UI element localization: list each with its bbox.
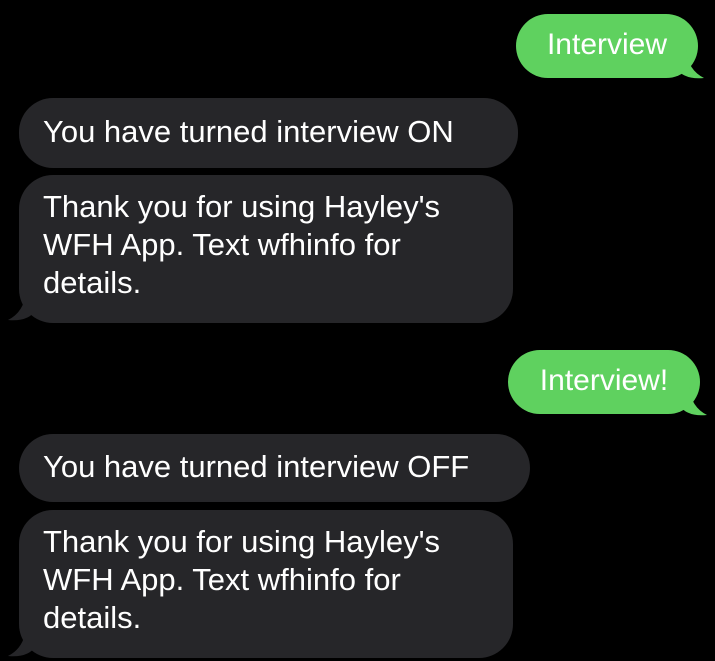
received-message-bubble[interactable]: You have turned interview ON xyxy=(19,98,518,168)
imessage-conversation: { "conversation": { "colors": { "sent_bu… xyxy=(0,0,715,661)
sent-bubble-tail xyxy=(676,50,704,79)
received-bubble-tail xyxy=(8,628,36,657)
received-message-bubble[interactable]: Thank you for using Hayley's WFH App. Te… xyxy=(19,510,513,658)
message-text: You have turned interview OFF xyxy=(43,449,470,484)
message-text: Interview! xyxy=(539,364,669,397)
received-message-bubble[interactable]: Thank you for using Hayley's WFH App. Te… xyxy=(19,175,513,323)
received-message-bubble[interactable]: You have turned interview OFF xyxy=(19,434,530,502)
message-text: Thank you for using Hayley's WFH App. Te… xyxy=(43,524,441,635)
message-text: Thank you for using Hayley's WFH App. Te… xyxy=(43,189,441,300)
sent-message-bubble[interactable]: Interview! xyxy=(508,350,700,414)
received-bubble-tail xyxy=(8,292,36,321)
message-text: Interview xyxy=(546,28,668,61)
sent-message-bubble[interactable]: Interview xyxy=(516,14,698,78)
message-text: You have turned interview ON xyxy=(43,114,454,149)
sent-bubble-tail xyxy=(679,387,707,416)
